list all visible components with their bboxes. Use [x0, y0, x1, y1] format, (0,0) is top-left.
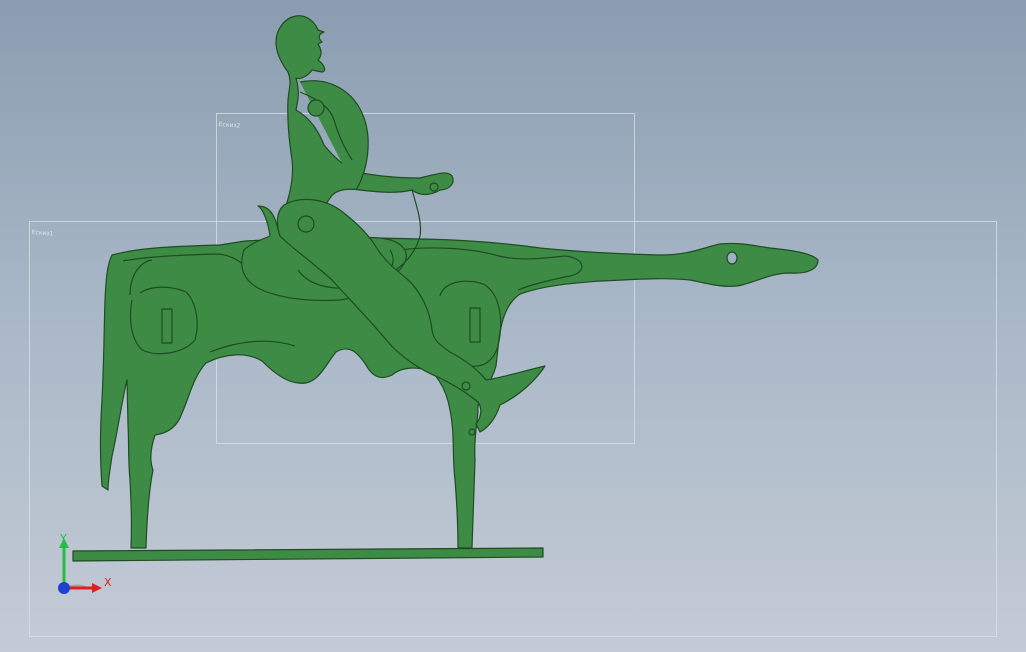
coordinate-triad[interactable]: Y X [50, 530, 120, 600]
hand-pin [429, 182, 439, 192]
triad-x-label: X [104, 576, 112, 589]
knee-pin [468, 428, 476, 436]
graphics-viewport[interactable]: Ескиз2 Ескиз1 Y X [0, 0, 1026, 652]
hip-pin [297, 215, 315, 233]
shoulder-pin [307, 99, 325, 117]
triad-y-label: Y [60, 532, 67, 545]
horse-body [99, 237, 819, 549]
slot-left [161, 308, 173, 344]
slot-right [469, 307, 481, 343]
horse-eye-hole [726, 251, 738, 265]
horse-rider-sculpture-model[interactable] [0, 0, 1026, 652]
ankle-pin [461, 381, 471, 391]
base-plate [72, 547, 544, 562]
